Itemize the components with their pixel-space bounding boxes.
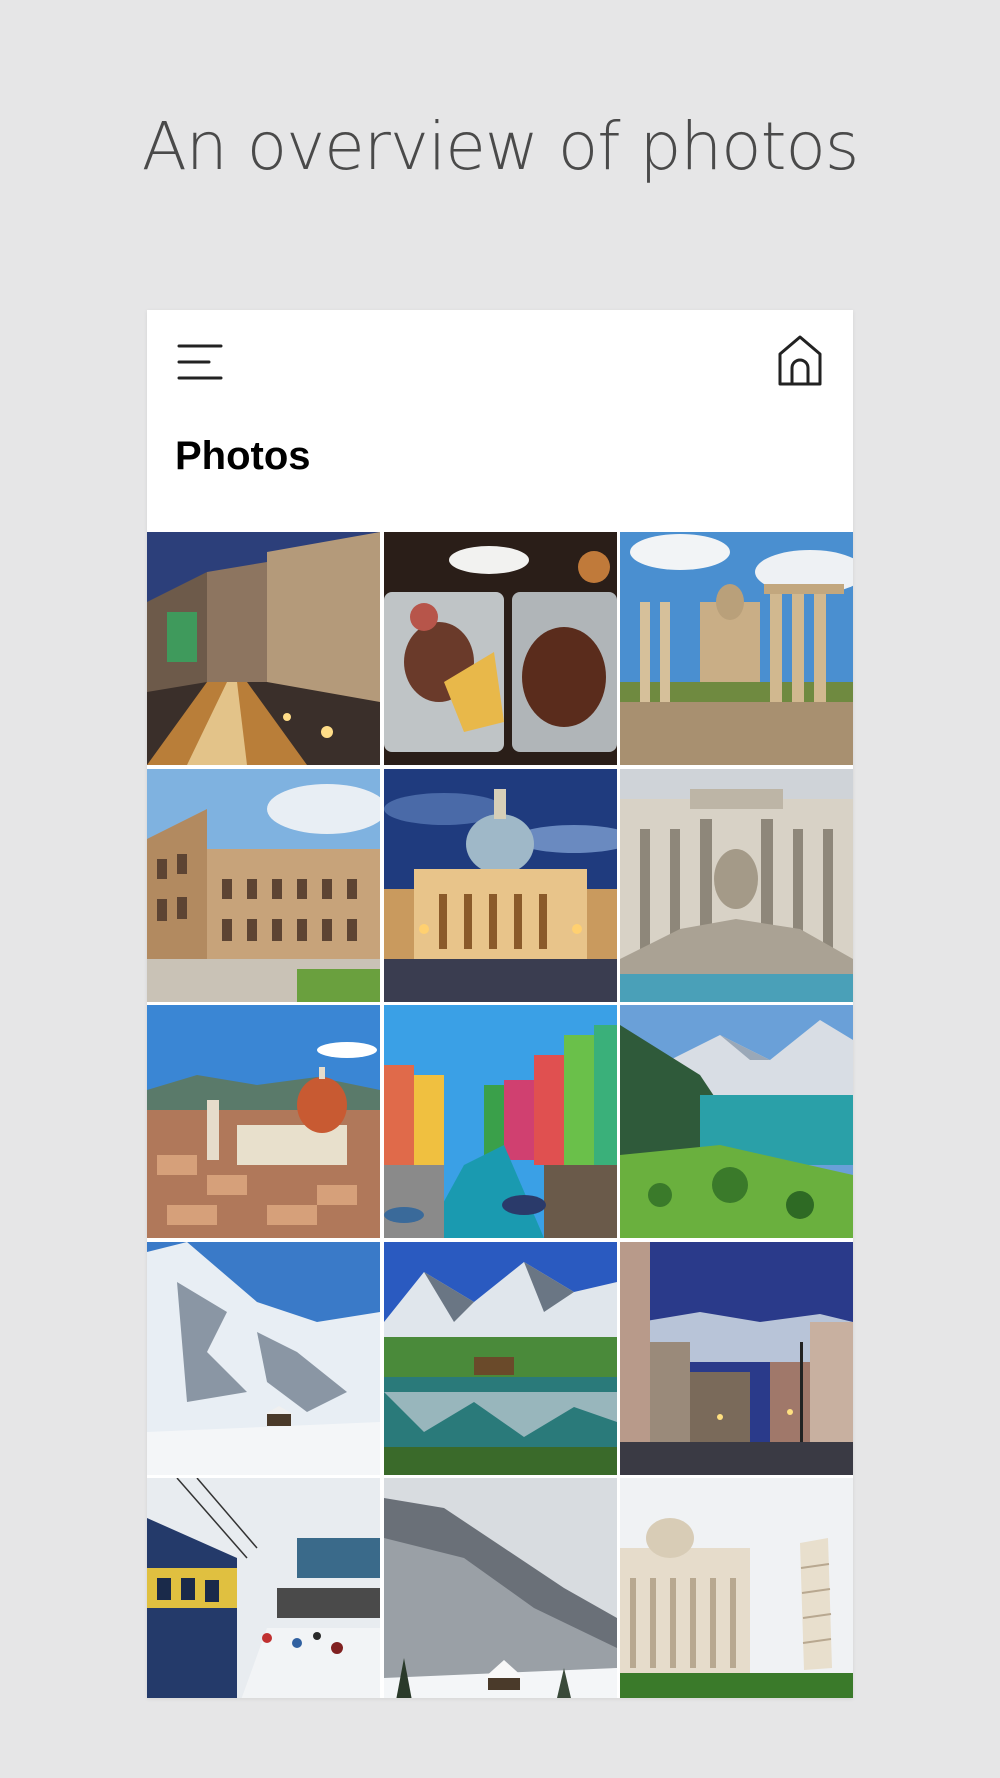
photo-snow-train-station: [147, 1478, 380, 1698]
photo-florence-duomo: [147, 1005, 380, 1238]
photo-mountain-town-dusk: [620, 1241, 853, 1475]
photo-grid: [147, 532, 853, 1698]
phone-screen: Photos: [147, 310, 853, 1698]
photo-tile[interactable]: [383, 1478, 617, 1698]
photo-tile[interactable]: [620, 532, 853, 765]
photo-pisa-tower: [620, 1478, 853, 1698]
photo-roman-forum: [620, 532, 853, 765]
photo-tile[interactable]: [620, 768, 853, 1002]
photo-swiss-lake: [620, 1005, 853, 1238]
photo-tile[interactable]: [620, 1241, 853, 1475]
photo-trevi-fountain: [620, 768, 853, 1002]
photo-tile[interactable]: [620, 1005, 853, 1238]
photo-st-peters-basilica: [383, 768, 617, 1002]
photo-tile[interactable]: [147, 1005, 380, 1238]
photo-tile[interactable]: [147, 532, 380, 765]
photo-burano-canal: [383, 1005, 617, 1238]
page-title: Photos: [175, 434, 311, 478]
photo-snowy-peaks: [147, 1241, 380, 1475]
photo-tile[interactable]: [147, 1241, 380, 1475]
hamburger-menu-icon[interactable]: [177, 342, 223, 382]
photo-food-platter: [383, 532, 617, 765]
photo-tile[interactable]: [147, 768, 380, 1002]
photo-alpine-lake-reflection: [383, 1241, 617, 1475]
photo-tile[interactable]: [620, 1478, 853, 1698]
photo-snowy-forest-village: [383, 1478, 617, 1698]
photo-tile[interactable]: [147, 1478, 380, 1698]
app-header: Photos: [147, 310, 853, 532]
page-headline: An overview of photos: [141, 108, 859, 185]
photo-tile[interactable]: [383, 1241, 617, 1475]
photo-rome-street-night: [147, 532, 380, 765]
photo-tile[interactable]: [383, 1005, 617, 1238]
home-icon[interactable]: [777, 334, 823, 386]
photo-tile[interactable]: [383, 532, 617, 765]
photo-tile[interactable]: [383, 768, 617, 1002]
photo-colosseum: [147, 768, 380, 1002]
